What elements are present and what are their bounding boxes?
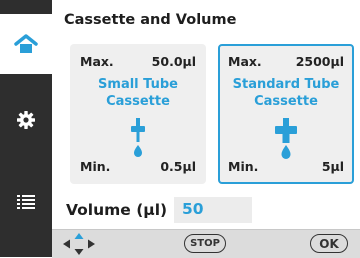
min-row: Min. 5µl <box>228 159 344 174</box>
small-nozzle-icon <box>131 118 145 157</box>
sidebar-item-home[interactable] <box>0 14 52 74</box>
home-icon <box>14 34 38 53</box>
sidebar <box>0 0 52 257</box>
max-label: Max. <box>228 54 262 69</box>
cassette-name-line1: Small Tube <box>98 77 178 92</box>
max-label: Max. <box>80 54 114 69</box>
cassette-name: Small Tube Cassette <box>70 76 206 110</box>
footer-bar: STOP OK <box>52 229 360 258</box>
sidebar-item-settings[interactable] <box>0 90 52 150</box>
volume-input[interactable]: 50 <box>174 197 252 223</box>
cassette-name-line2: Cassette <box>254 94 318 109</box>
max-value: 50.0µl <box>151 54 196 69</box>
list-icon <box>17 195 35 209</box>
gear-icon <box>17 111 35 129</box>
ok-button[interactable]: OK <box>310 234 348 253</box>
navigation-arrows-icon[interactable] <box>60 232 98 256</box>
max-value: 2500µl <box>295 54 344 69</box>
min-row: Min. 0.5µl <box>80 159 196 174</box>
cassette-card-small-tube[interactable]: Max. 50.0µl Small Tube Cassette Min. 0.5… <box>70 44 206 184</box>
cassette-name-line2: Cassette <box>106 94 170 109</box>
min-label: Min. <box>228 159 259 174</box>
max-row: Max. 50.0µl <box>80 54 196 69</box>
standard-nozzle-icon <box>275 118 297 159</box>
stop-button[interactable]: STOP <box>184 234 226 253</box>
min-value: 5µl <box>321 159 344 174</box>
volume-label: Volume (µl) <box>66 201 168 219</box>
max-row: Max. 2500µl <box>228 54 344 69</box>
page-title: Cassette and Volume <box>64 12 237 28</box>
cassette-card-standard-tube[interactable]: Max. 2500µl Standard Tube Cassette Min. … <box>218 44 354 184</box>
min-label: Min. <box>80 159 111 174</box>
sidebar-item-list[interactable] <box>0 172 52 232</box>
cassette-name-line1: Standard Tube <box>232 77 340 92</box>
min-value: 0.5µl <box>160 159 196 174</box>
cassette-name: Standard Tube Cassette <box>220 76 352 110</box>
